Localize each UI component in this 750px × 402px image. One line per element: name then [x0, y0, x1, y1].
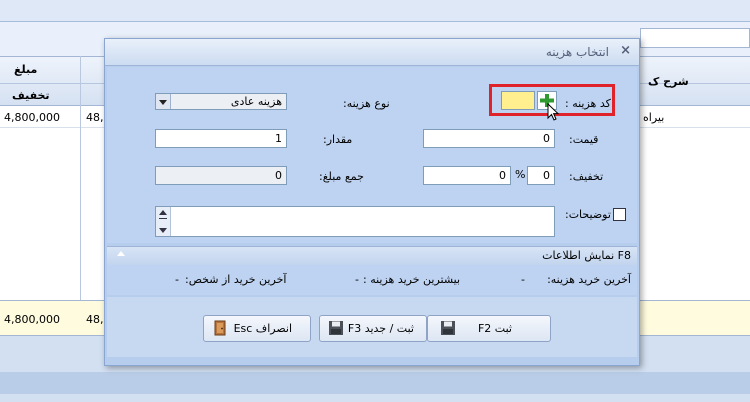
- mouse-cursor-icon: [547, 103, 560, 121]
- collapse-arrow-icon[interactable]: [117, 251, 125, 256]
- total-amount: 48,: [86, 313, 104, 326]
- notes-scrollbar[interactable]: [156, 207, 171, 236]
- last-purchase-cost-value: -: [521, 273, 525, 286]
- scroll-down-icon[interactable]: [159, 228, 167, 233]
- scroll-up-icon[interactable]: [159, 210, 167, 215]
- grid-divider: [80, 56, 81, 336]
- close-icon[interactable]: ×: [620, 43, 631, 58]
- quantity-input[interactable]: 1: [155, 129, 287, 148]
- save-new-button-label: ثبت / جدید F3: [347, 322, 414, 335]
- save-button-label: ثبت F2: [477, 322, 512, 335]
- save-new-button[interactable]: ثبت / جدید F3: [319, 315, 427, 342]
- dialog-titlebar: انتخاب هزینه ×: [105, 39, 639, 66]
- cost-code-input[interactable]: [501, 91, 535, 110]
- last-purchase-person-value: -: [175, 273, 179, 286]
- notes-checkbox[interactable]: [613, 208, 626, 221]
- most-purchase-cost-label: بیشترین خرید هزینه :: [363, 273, 461, 286]
- cancel-button[interactable]: انصراف Esc: [203, 315, 311, 342]
- row-amount: 48,: [86, 111, 104, 124]
- button-bar: ثبت F2 ثبت / جدید F3 انصراف Esc: [107, 297, 637, 357]
- total-label: جمع مبلغ:: [319, 170, 364, 183]
- row-discount: 4,800,000: [4, 111, 60, 124]
- percent-sign: %: [515, 168, 526, 181]
- grid-header-description: شرح ک: [648, 75, 689, 88]
- cost-type-label: نوع هزینه:: [343, 97, 390, 110]
- save-button[interactable]: ثبت F2: [427, 315, 551, 342]
- info-panel: آخرین خرید هزینه: - بیشترین خرید هزینه :…: [107, 265, 637, 295]
- app-top-input[interactable]: [640, 28, 750, 48]
- dialog-title: انتخاب هزینه: [545, 45, 609, 59]
- last-purchase-cost-label: آخرین خرید هزینه:: [547, 273, 631, 286]
- scroll-grip-icon: [159, 218, 167, 219]
- floppy-disk-icon: [441, 321, 455, 335]
- discount-input[interactable]: 0: [423, 166, 511, 185]
- info-section-title: F8 نمایش اطلاعات: [542, 249, 631, 262]
- grid-header-amount: مبلغ: [14, 63, 38, 76]
- cost-type-select[interactable]: هزینه عادی: [155, 93, 287, 110]
- discount-label: تخفیف:: [569, 170, 604, 183]
- grid-header-discount: تخفیف: [12, 89, 50, 102]
- last-purchase-person-label: آخرین خرید از شخص:: [185, 273, 287, 286]
- notes-textarea[interactable]: [155, 206, 555, 237]
- row-description: بیراه: [643, 111, 665, 124]
- app-top-bar: [0, 0, 750, 22]
- price-input[interactable]: 0: [423, 129, 555, 148]
- select-cost-dialog: انتخاب هزینه × کد هزینه : نوع هزینه: هزی…: [104, 38, 640, 366]
- form-panel: کد هزینه : نوع هزینه: هزینه عادی قیمت: 0…: [107, 67, 637, 243]
- exit-door-icon: [214, 320, 226, 336]
- price-label: قیمت:: [569, 133, 599, 146]
- cost-type-value: هزینه عادی: [230, 95, 282, 108]
- chevron-down-icon[interactable]: [156, 94, 171, 109]
- cancel-button-label: انصراف Esc: [233, 322, 292, 335]
- info-section-header[interactable]: F8 نمایش اطلاعات: [107, 246, 637, 266]
- total-amount-field: 0: [155, 166, 287, 185]
- most-purchase-cost-value: -: [355, 273, 359, 286]
- discount-percent-input[interactable]: 0: [527, 166, 555, 185]
- app-status-bar: [0, 372, 750, 394]
- notes-label: توضیحات:: [565, 208, 611, 221]
- floppy-disk-icon: [329, 321, 343, 335]
- total-discount: 4,800,000: [4, 313, 60, 326]
- quantity-label: مقدار:: [323, 133, 353, 146]
